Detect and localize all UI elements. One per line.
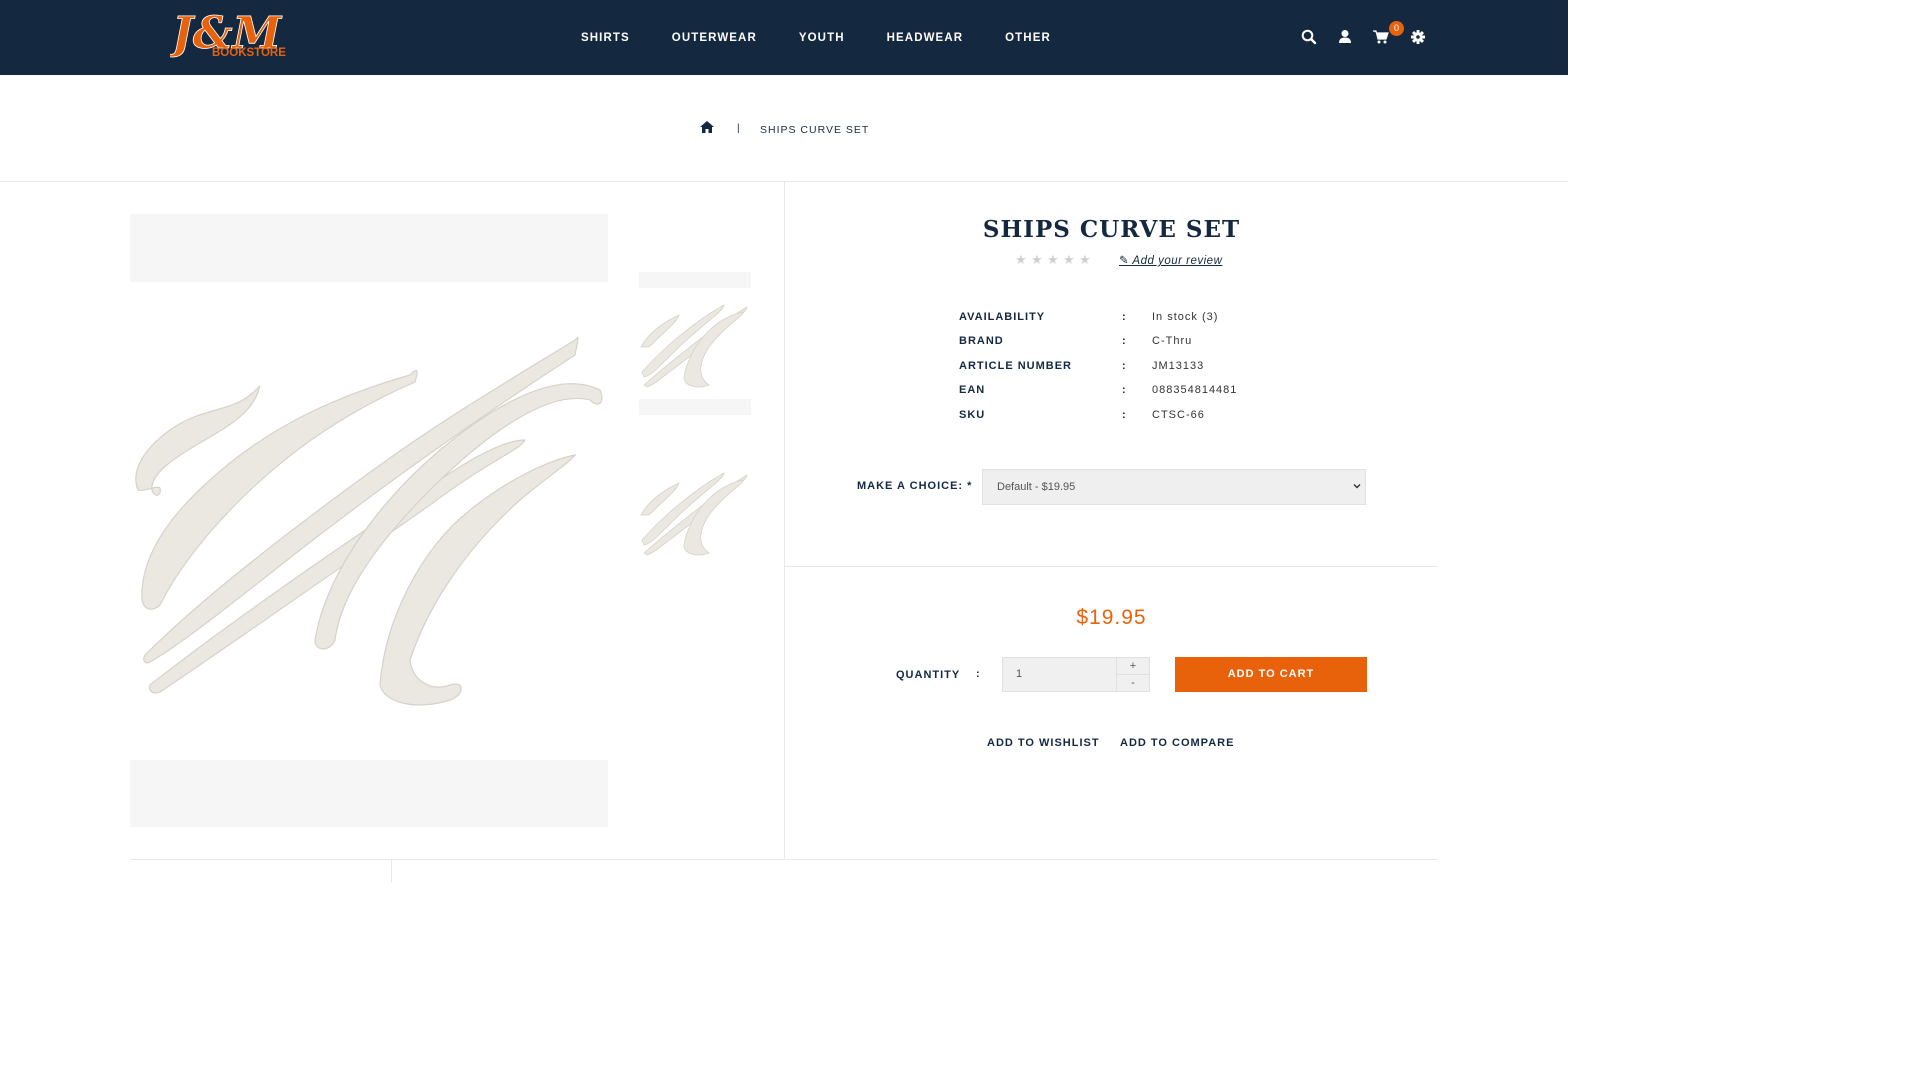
product-title: SHIPS CURVE SET xyxy=(982,216,1241,243)
divider xyxy=(391,859,392,882)
quantity-colon: : xyxy=(976,668,980,680)
image-slider-prev-area xyxy=(130,214,608,282)
spec-label: AVAILABILITY xyxy=(959,311,1046,323)
store-logo[interactable]: J&M BOOKSTORE xyxy=(170,0,295,72)
spec-label: ARTICLE NUMBER xyxy=(959,360,1072,372)
spec-colon: : xyxy=(1122,335,1127,347)
thumbnail-bar xyxy=(639,272,751,288)
product-price: $19.95 xyxy=(1076,606,1147,629)
star-icon: ★ xyxy=(1063,252,1075,267)
spec-value: JM13133 xyxy=(1152,360,1205,372)
spec-value: 088354814481 xyxy=(1152,384,1238,396)
search-icon[interactable] xyxy=(1300,28,1318,46)
product-thumbnail[interactable] xyxy=(639,297,751,392)
spec-colon: : xyxy=(1122,384,1127,396)
gear-icon[interactable] xyxy=(1409,28,1427,46)
variant-select-value: Default - $19.95 xyxy=(997,481,1076,493)
add-to-wishlist-link[interactable]: ADD TO WISHLIST xyxy=(987,737,1100,749)
quantity-decrease-button[interactable]: - xyxy=(1116,674,1150,692)
spec-label: BRAND xyxy=(959,335,1004,347)
star-icon: ★ xyxy=(1015,252,1027,267)
cart-count-badge: 0 xyxy=(1389,21,1404,36)
nav-headwear[interactable]: HEADWEAR xyxy=(887,32,964,44)
quantity-increase-button[interactable]: + xyxy=(1116,657,1150,675)
home-icon[interactable] xyxy=(700,121,714,133)
spec-colon: : xyxy=(1122,409,1127,421)
spec-colon: : xyxy=(1122,360,1127,372)
breadcrumb: | SHIPS CURVE SET xyxy=(0,118,1568,142)
nav-shirts[interactable]: SHIRTS xyxy=(581,32,630,44)
nav-youth[interactable]: YOUTH xyxy=(799,32,845,44)
add-review-link[interactable]: ✎ Add your review xyxy=(1119,253,1222,267)
nav-other[interactable]: OTHER xyxy=(1005,32,1051,44)
spec-value: In stock (3) xyxy=(1152,311,1219,323)
star-icon: ★ xyxy=(1031,252,1043,267)
chevron-down-icon xyxy=(1353,484,1361,489)
spec-value: C-Thru xyxy=(1152,335,1193,347)
spec-value: CTSC-66 xyxy=(1152,409,1205,421)
star-icon: ★ xyxy=(1047,252,1059,267)
add-to-cart-button[interactable]: ADD TO CART xyxy=(1175,657,1367,692)
logo-text: BOOKSTORE xyxy=(212,47,286,59)
main-nav: SHIRTS OUTERWEAR YOUTH HEADWEAR OTHER xyxy=(560,0,1072,75)
divider xyxy=(130,859,1438,860)
variant-select[interactable]: Default - $19.95 xyxy=(982,469,1366,505)
rating-stars: ★ ★ ★ ★ ★ xyxy=(1015,252,1095,267)
divider xyxy=(784,181,785,859)
star-icon: ★ xyxy=(1079,252,1091,267)
thumbnail-bar xyxy=(639,399,751,415)
pencil-icon: ✎ xyxy=(1119,255,1130,267)
product-thumbnail[interactable] xyxy=(639,465,751,560)
spec-label: SKU xyxy=(959,409,986,421)
product-main-image[interactable] xyxy=(130,300,608,720)
quantity-label: QUANTITY xyxy=(896,669,961,681)
choice-label: MAKE A CHOICE: * xyxy=(857,480,973,492)
spec-label: EAN xyxy=(959,384,986,396)
add-to-compare-link[interactable]: ADD TO COMPARE xyxy=(1120,737,1234,749)
spec-colon: : xyxy=(1122,311,1127,323)
user-icon[interactable] xyxy=(1336,28,1354,46)
nav-outerwear[interactable]: OUTERWEAR xyxy=(672,32,757,44)
site-header: J&M BOOKSTORE SHIRTS OUTERWEAR YOUTH HEA… xyxy=(0,0,1568,75)
cart-icon[interactable] xyxy=(1372,28,1390,46)
image-slider-next-area xyxy=(130,760,608,827)
divider xyxy=(785,566,1438,567)
quantity-input[interactable]: 1 xyxy=(1002,657,1117,692)
breadcrumb-current: SHIPS CURVE SET xyxy=(760,124,870,136)
breadcrumb-separator: | xyxy=(737,123,740,134)
add-review-text: Add your review xyxy=(1132,255,1223,267)
